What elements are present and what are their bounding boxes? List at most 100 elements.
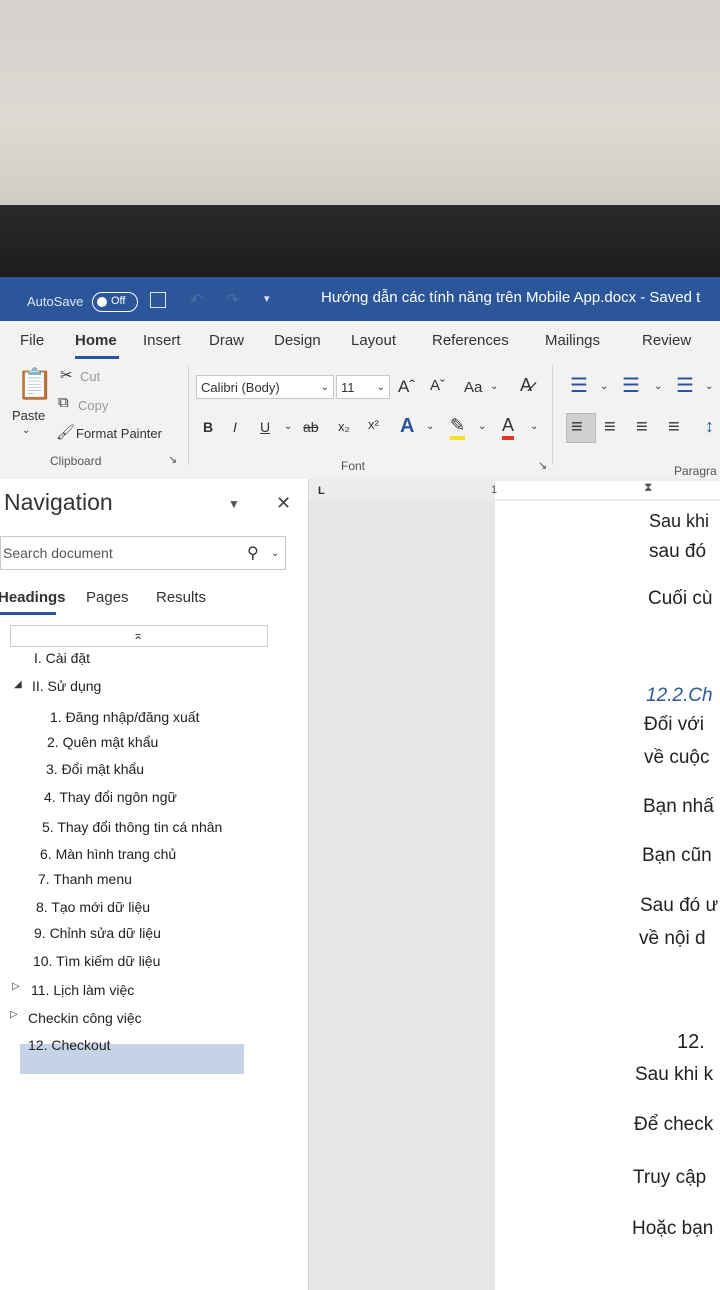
- word-window: AutoSave Off ↶ ↷ ▾ Hướng dẫn các tính nă…: [0, 277, 720, 1290]
- doc-heading: 12.2.Ch: [646, 685, 713, 706]
- doc-line: Sau khi: [649, 511, 710, 531]
- collapse-icon: ⌅: [133, 628, 144, 642]
- text-effects-dropdown-icon[interactable]: ⌄: [426, 421, 434, 432]
- tab-draw[interactable]: Draw: [209, 332, 244, 349]
- doc-line: Sau khi k: [635, 1064, 714, 1085]
- tab-design[interactable]: Design: [274, 332, 321, 349]
- paste-icon[interactable]: 📋: [16, 367, 53, 402]
- heading-item[interactable]: 2. Quên mật khẩu: [47, 734, 158, 750]
- collapsed-triangle-icon[interactable]: ▷: [12, 981, 20, 992]
- bold-icon[interactable]: B: [203, 419, 213, 435]
- tab-insert[interactable]: Insert: [143, 332, 181, 349]
- superscript-icon[interactable]: x²: [368, 417, 379, 432]
- collapsed-triangle-icon[interactable]: ▷: [10, 1009, 18, 1020]
- font-color-dropdown-icon[interactable]: ⌄: [530, 421, 538, 432]
- document-page[interactable]: Sau khi sau đó Cuối cù 12.2.Ch Đối với v…: [495, 501, 720, 1290]
- copy-icon[interactable]: ⧉: [58, 394, 69, 411]
- expanded-triangle-icon[interactable]: ◢: [14, 679, 22, 690]
- search-dropdown-icon[interactable]: ⌄: [271, 548, 279, 559]
- font-color-icon[interactable]: A: [502, 415, 515, 440]
- copy-button[interactable]: Copy: [78, 398, 108, 413]
- undo-icon[interactable]: ↶: [190, 290, 203, 310]
- nav-tab-headings[interactable]: Headings: [0, 589, 66, 606]
- line-spacing-icon[interactable]: ↕: [705, 416, 714, 437]
- multilevel-dropdown-icon[interactable]: ⌄: [705, 381, 713, 392]
- tab-mailings[interactable]: Mailings: [545, 332, 600, 349]
- bullets-icon[interactable]: ☰: [570, 373, 588, 398]
- heading-item-selected[interactable]: 12. Checkout: [28, 1037, 111, 1053]
- highlight-icon[interactable]: ✎: [450, 415, 466, 440]
- font-name-select[interactable]: Calibri (Body) ⌄: [196, 375, 334, 399]
- toggle-knob: [97, 297, 107, 307]
- tab-review[interactable]: Review: [642, 332, 691, 349]
- search-document-field[interactable]: Search document ⚲ ⌄: [0, 536, 286, 570]
- clipboard-launcher-icon[interactable]: ↘: [168, 453, 177, 466]
- indent-marker-icon[interactable]: ⧗: [644, 480, 652, 495]
- heading-item[interactable]: 1. Đăng nhập/đăng xuất: [50, 709, 199, 725]
- heading-item[interactable]: Checkin công việc: [28, 1010, 142, 1026]
- subscript-icon[interactable]: x₂: [338, 419, 350, 434]
- heading-item[interactable]: 10. Tìm kiếm dữ liệu: [33, 953, 160, 969]
- heading-item[interactable]: 5. Thay đổi thông tin cá nhân: [42, 819, 222, 835]
- heading-item[interactable]: II. Sử dụng: [32, 678, 101, 694]
- format-painter-button[interactable]: Format Painter: [76, 426, 162, 441]
- tab-layout[interactable]: Layout: [351, 332, 396, 349]
- text-effects-icon[interactable]: A: [400, 415, 414, 438]
- scissors-icon[interactable]: ✂: [60, 366, 73, 384]
- redo-icon[interactable]: ↷: [226, 290, 239, 310]
- cut-button[interactable]: Cut: [80, 369, 100, 384]
- paste-dropdown-icon[interactable]: ⌄: [22, 425, 30, 436]
- change-case-dropdown-icon[interactable]: ⌄: [490, 381, 498, 392]
- autosave-toggle[interactable]: Off: [92, 292, 138, 312]
- align-center-icon[interactable]: ≡: [604, 416, 616, 439]
- heading-item[interactable]: 3. Đổi mật khẩu: [46, 761, 144, 777]
- title-bar: AutoSave Off ↶ ↷ ▾ Hướng dẫn các tính nă…: [0, 277, 720, 321]
- paste-button[interactable]: Paste: [12, 408, 45, 423]
- underline-icon[interactable]: U: [260, 419, 270, 435]
- font-size-value: 11: [341, 380, 355, 395]
- heading-item[interactable]: 4. Thay đổi ngôn ngữ: [44, 789, 177, 805]
- heading-item[interactable]: 11. Lịch làm việc: [31, 982, 134, 998]
- navigation-title: Navigation: [4, 489, 113, 515]
- strikethrough-icon[interactable]: ab: [303, 419, 319, 435]
- underline-dropdown-icon[interactable]: ⌄: [284, 421, 292, 432]
- tab-home[interactable]: Home: [75, 332, 117, 349]
- ruler-mark: 1: [491, 484, 498, 496]
- heading-item[interactable]: 6. Màn hình trang chủ: [40, 846, 176, 862]
- collapse-all-bar[interactable]: ⌅: [10, 625, 268, 647]
- multilevel-list-icon[interactable]: ☰: [676, 373, 694, 398]
- tab-references[interactable]: References: [432, 332, 509, 349]
- customize-qat-icon[interactable]: ▾: [264, 292, 270, 305]
- nav-tab-pages[interactable]: Pages: [86, 589, 129, 606]
- clear-formatting-icon[interactable]: A̷: [520, 375, 532, 396]
- change-case-button[interactable]: Aa: [464, 379, 482, 396]
- heading-item[interactable]: I. Cài đặt: [34, 650, 90, 666]
- tab-file[interactable]: File: [20, 332, 44, 349]
- doc-line: sau đó: [649, 541, 707, 562]
- font-size-select[interactable]: 11 ⌄: [336, 375, 390, 399]
- numbering-dropdown-icon[interactable]: ⌄: [654, 381, 662, 392]
- shrink-font-icon[interactable]: Aˇ: [430, 377, 445, 394]
- navigation-pane: Navigation ▼ ✕ Search document ⚲ ⌄ Headi…: [0, 479, 308, 1290]
- format-painter-icon[interactable]: 🖌: [56, 423, 75, 441]
- bullets-dropdown-icon[interactable]: ⌄: [600, 381, 608, 392]
- align-left-icon[interactable]: ≡: [571, 416, 583, 439]
- heading-item[interactable]: 8. Tạo mới dữ liệu: [36, 899, 150, 915]
- heading-item[interactable]: 7. Thanh menu: [38, 871, 132, 887]
- save-icon[interactable]: [150, 292, 166, 308]
- tab-stop-selector-icon[interactable]: L: [318, 485, 325, 497]
- align-right-icon[interactable]: ≡: [636, 416, 648, 439]
- search-icon[interactable]: ⚲: [247, 543, 259, 563]
- close-icon[interactable]: ✕: [276, 493, 291, 514]
- navigation-options-icon[interactable]: ▼: [228, 497, 240, 511]
- justify-icon[interactable]: ≡: [668, 416, 680, 439]
- doc-line: Để check: [634, 1114, 714, 1135]
- heading-item[interactable]: 9. Chỉnh sửa dữ liệu: [34, 925, 161, 941]
- nav-tab-results[interactable]: Results: [156, 589, 206, 606]
- wall-background: [0, 0, 720, 205]
- highlight-dropdown-icon[interactable]: ⌄: [478, 421, 486, 432]
- font-launcher-icon[interactable]: ↘: [538, 459, 547, 472]
- grow-font-icon[interactable]: Aˆ: [398, 377, 415, 397]
- italic-icon[interactable]: I: [233, 419, 237, 435]
- numbering-icon[interactable]: ☰: [622, 373, 640, 398]
